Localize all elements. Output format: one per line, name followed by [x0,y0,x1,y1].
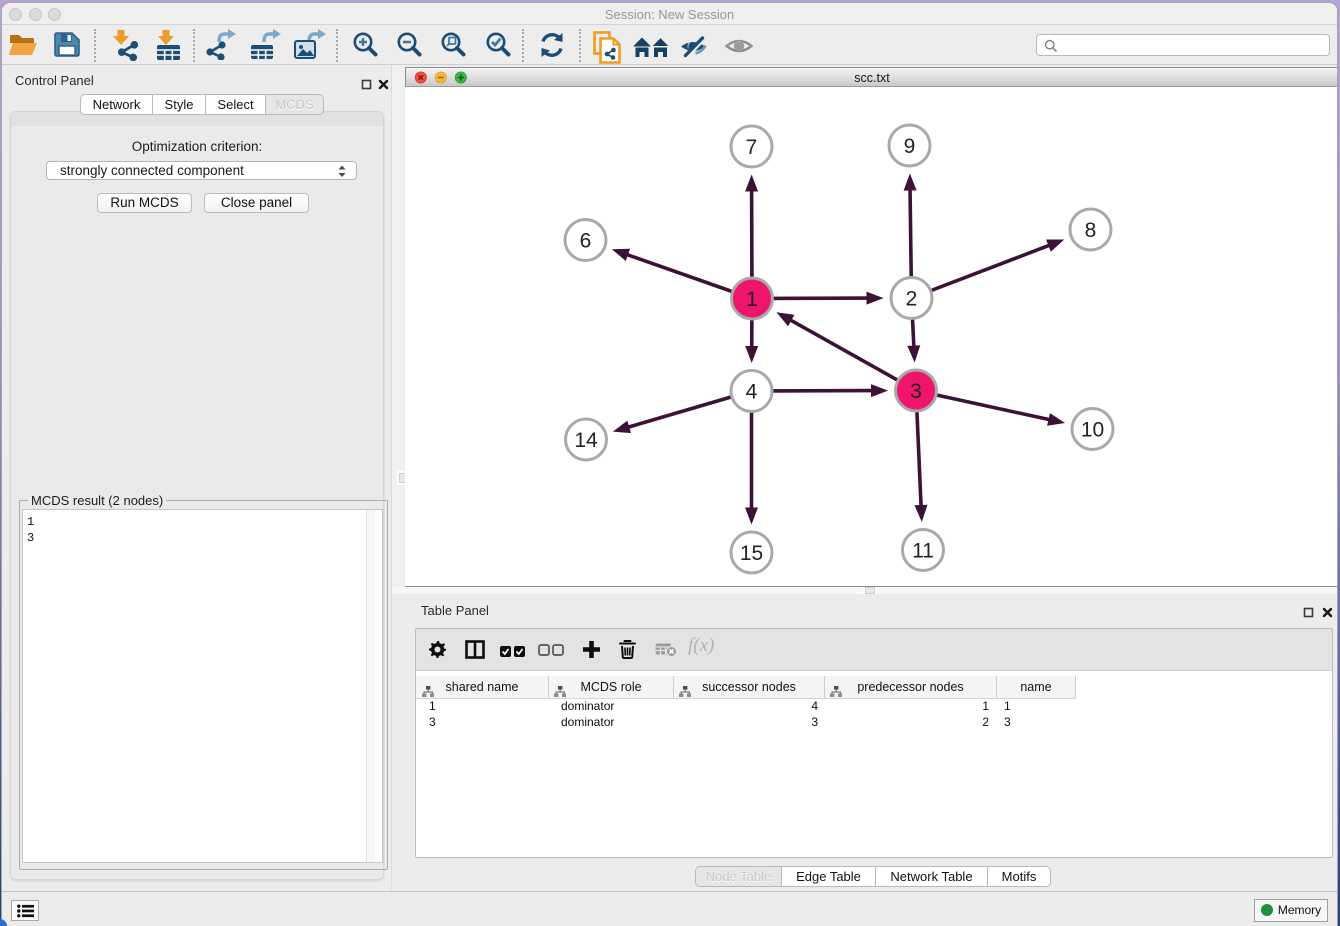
svg-text:11: 11 [912,540,934,563]
svg-text:14: 14 [574,429,598,452]
svg-text:15: 15 [740,542,763,565]
svg-text:3: 3 [910,380,922,403]
svg-text:1: 1 [746,288,758,311]
svg-text:6: 6 [580,230,592,253]
svg-text:10: 10 [1081,419,1104,442]
svg-text:4: 4 [746,381,758,404]
svg-text:7: 7 [746,136,758,159]
svg-text:2: 2 [906,288,918,311]
svg-text:9: 9 [904,135,916,158]
svg-text:8: 8 [1085,219,1097,242]
